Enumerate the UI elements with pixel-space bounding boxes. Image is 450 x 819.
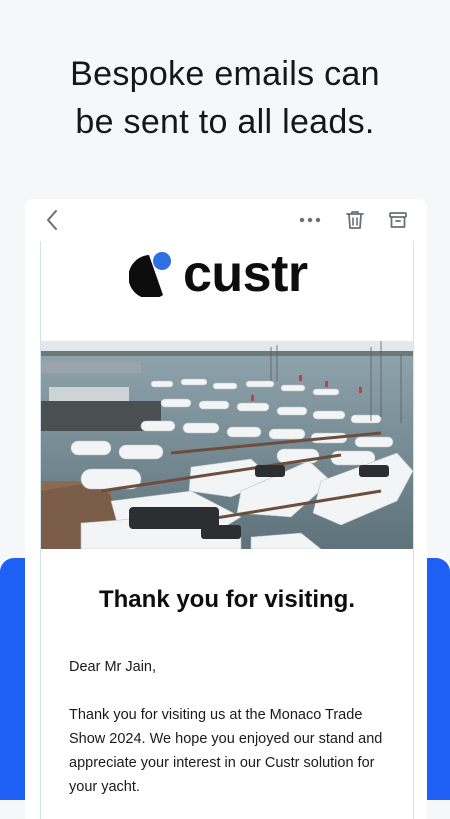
custr-logo-icon [129, 252, 171, 297]
promo-headline: Bespoke emails can be sent to all leads. [0, 50, 450, 146]
delete-button[interactable] [342, 207, 368, 233]
email-heading: Thank you for visiting. [98, 586, 356, 613]
chevron-left-icon [47, 210, 57, 230]
headline-line-2: be sent to all leads. [75, 103, 375, 141]
archive-button[interactable] [385, 207, 411, 233]
custr-logo: custr [129, 245, 308, 303]
archive-icon [389, 212, 407, 228]
email-greeting: Dear Mr Jain, [69, 659, 157, 675]
more-options-button[interactable] [297, 207, 323, 233]
email-toolbar [25, 199, 427, 241]
more-dots-icon [299, 217, 321, 223]
email-preview-card: custr Thank you for visiting. Dear Mr Ja… [25, 199, 427, 819]
headline-line-1: Bespoke emails can [70, 55, 380, 93]
email-body: custr Thank you for visiting. Dear Mr Ja… [40, 241, 414, 819]
marina-photo [41, 341, 413, 549]
back-button[interactable] [39, 207, 65, 233]
trash-icon [346, 211, 364, 229]
logo-wordmark: custr [183, 245, 308, 303]
marina-photo-graphic [41, 341, 413, 549]
email-paragraph: Thank you for visiting us at the Monaco … [69, 707, 383, 795]
